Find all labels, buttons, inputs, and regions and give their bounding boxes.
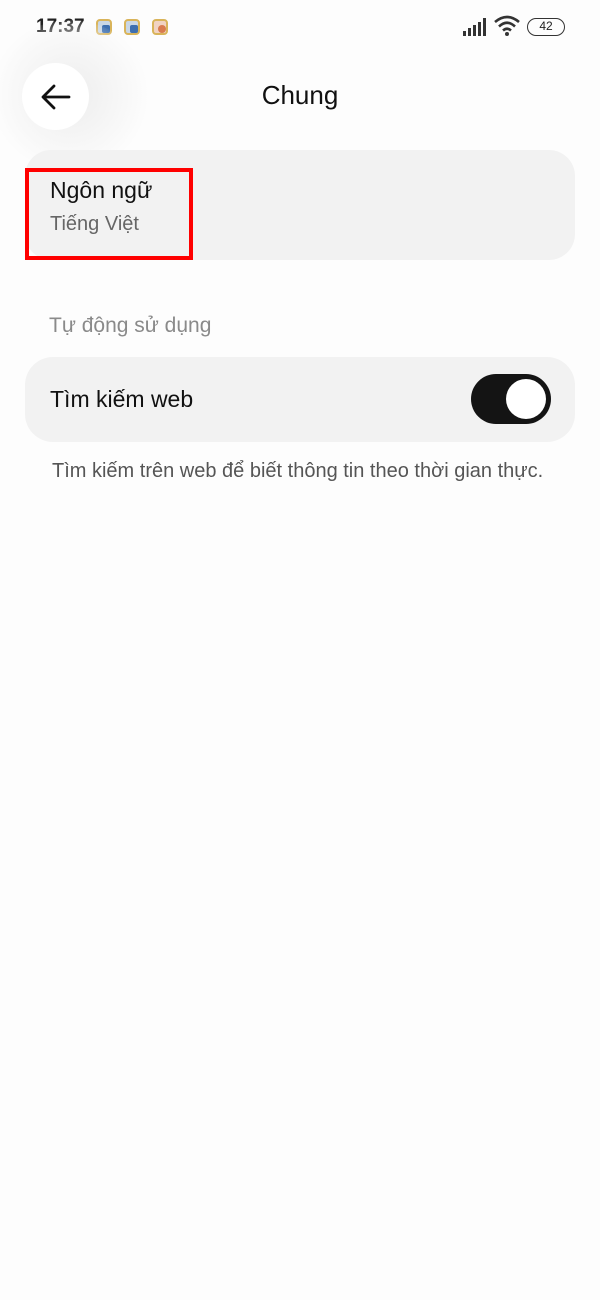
battery-icon: 42: [527, 18, 565, 36]
signal-icon: [463, 18, 486, 36]
settings-screen: 17:37 42 Chung Ngôn ngữ Tiếng Việt: [0, 0, 600, 1300]
app-notification-icon: [152, 19, 168, 35]
web-search-label: Tìm kiếm web: [50, 386, 194, 412]
web-search-toggle[interactable]: [471, 374, 551, 424]
section-label-auto-use: Tự động sử dụng: [49, 314, 212, 337]
toggle-knob: [506, 379, 546, 419]
app-notification-icon: [124, 19, 140, 35]
web-search-description: Tìm kiếm trên web để biết thông tin theo…: [52, 460, 544, 482]
highlight-box: [25, 168, 193, 260]
page-title: Chung: [261, 80, 339, 110]
web-search-setting-item[interactable]: Tìm kiếm web: [25, 357, 575, 442]
wifi-icon: [494, 15, 520, 36]
